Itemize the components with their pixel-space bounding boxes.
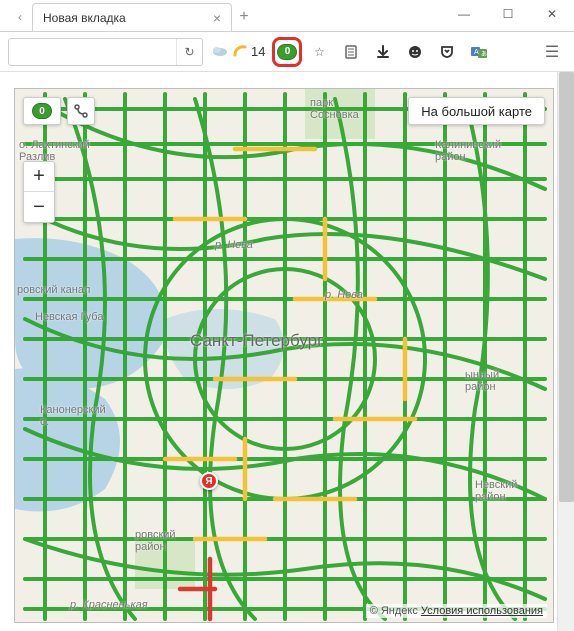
maximize-button[interactable]: ☐ xyxy=(486,0,530,28)
bookmark-star-button[interactable]: ☆ xyxy=(305,38,333,66)
cloud-icon xyxy=(211,43,229,60)
svg-text:A: A xyxy=(474,49,479,56)
traffic-toolbar-button[interactable]: 0 xyxy=(273,38,301,66)
reading-list-button[interactable] xyxy=(337,38,365,66)
menu-button[interactable]: ☰ xyxy=(538,38,566,66)
pocket-button[interactable] xyxy=(433,38,461,66)
tab-active[interactable]: Новая вкладка × xyxy=(32,3,232,31)
tab-title: Новая вкладка xyxy=(43,11,126,25)
attribution-link[interactable]: Условия использования xyxy=(421,605,543,617)
emoji-button[interactable] xyxy=(401,38,429,66)
scrollbar-thumb[interactable] xyxy=(559,72,574,502)
attribution-prefix: © Яндекс xyxy=(370,605,421,617)
weather-temperature: 14 xyxy=(251,44,265,59)
traffic-level-badge: 0 xyxy=(277,44,297,60)
map-canvas xyxy=(15,89,554,623)
map-frame[interactable]: парк Сосновка Калининский район о. Лахти… xyxy=(14,88,554,623)
minimize-button[interactable]: — xyxy=(442,0,486,28)
map-traffic-level: 0 xyxy=(32,103,52,119)
route-icon xyxy=(73,103,89,119)
full-map-button[interactable]: На большой карте xyxy=(408,97,545,125)
toolbar: ↻ 14 0 ☆ Aあ ☰ xyxy=(0,32,574,72)
map-traffic-badge[interactable]: 0 xyxy=(23,97,61,125)
url-bar: ↻ xyxy=(8,38,203,66)
sun-icon xyxy=(233,43,247,60)
zoom-in-button[interactable]: + xyxy=(24,162,54,192)
url-input[interactable] xyxy=(9,39,176,65)
svg-text:あ: あ xyxy=(481,51,487,58)
zoom-out-button[interactable]: − xyxy=(24,192,54,222)
vertical-scrollbar[interactable] xyxy=(557,72,574,631)
tab-prev-button[interactable]: ‹ xyxy=(8,3,32,31)
close-window-button[interactable]: ✕ xyxy=(530,0,574,28)
weather-widget[interactable]: 14 xyxy=(207,38,269,66)
map-pin-yandex[interactable]: Я xyxy=(200,472,218,490)
content-area: парк Сосновка Калининский район о. Лахти… xyxy=(0,72,574,629)
zoom-controls: + − xyxy=(23,161,55,223)
translate-button[interactable]: Aあ xyxy=(465,38,493,66)
new-tab-button[interactable]: + xyxy=(232,3,256,31)
map-attribution: © Яндекс Условия использования xyxy=(366,604,547,618)
tab-close-button[interactable]: × xyxy=(213,11,221,25)
map-route-button[interactable] xyxy=(67,97,95,125)
downloads-button[interactable] xyxy=(369,38,397,66)
reload-button[interactable]: ↻ xyxy=(176,39,202,65)
